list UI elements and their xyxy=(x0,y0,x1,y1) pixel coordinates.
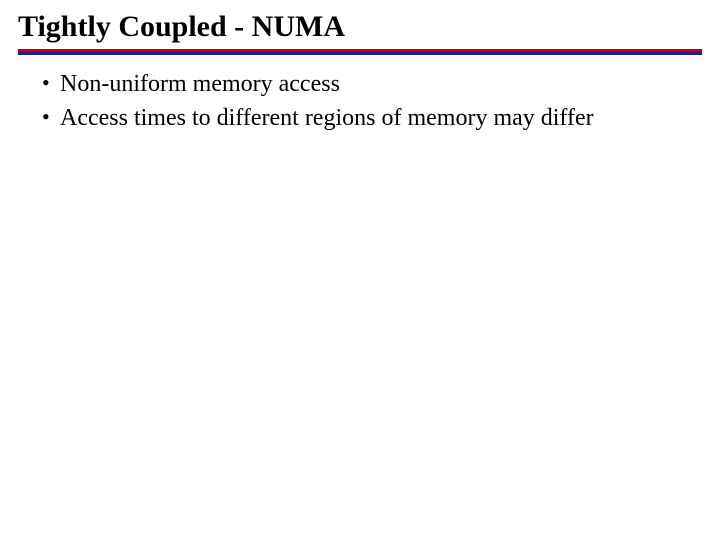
title-underline-blue xyxy=(18,52,702,55)
list-item: Access times to different regions of mem… xyxy=(42,103,702,133)
title-underline xyxy=(18,49,702,55)
list-item: Non-uniform memory access xyxy=(42,69,702,99)
bullet-list: Non-uniform memory access Access times t… xyxy=(18,69,702,133)
slide: Tightly Coupled - NUMA Non-uniform memor… xyxy=(0,0,720,540)
slide-title: Tightly Coupled - NUMA xyxy=(18,10,702,43)
